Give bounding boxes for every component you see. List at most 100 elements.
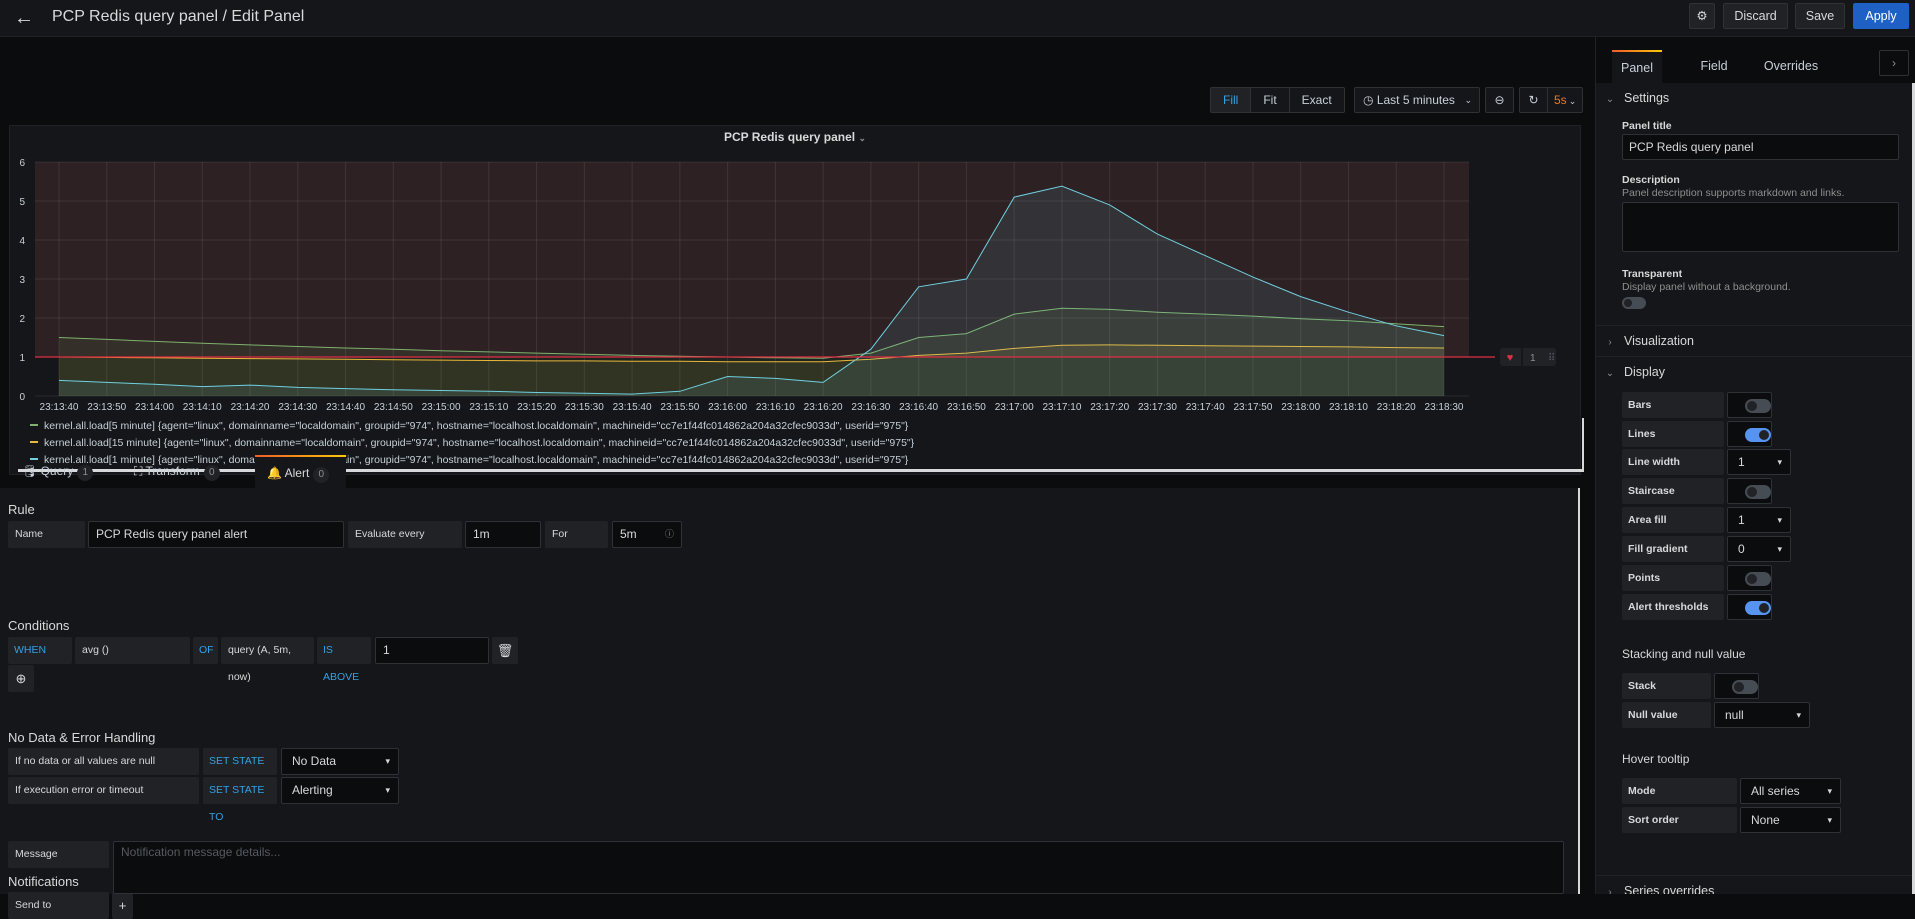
description-label: Description xyxy=(1622,174,1680,186)
staircase-toggle-box xyxy=(1727,478,1772,504)
series-overrides-section-header[interactable]: › Series overrides xyxy=(1596,875,1912,894)
x-tick-label: 23:16:20 xyxy=(804,402,843,413)
page-title: PCP Redis query panel / Edit Panel xyxy=(52,8,305,25)
description-textarea[interactable] xyxy=(1622,202,1899,252)
name-label: Name xyxy=(8,521,85,548)
bars-toggle[interactable] xyxy=(1745,399,1771,413)
legend-horizontal-scrollbar[interactable] xyxy=(18,469,1584,472)
legend-item[interactable]: kernel.all.load[15 minute] {agent="linux… xyxy=(18,435,1584,452)
time-range-label: Last 5 minutes xyxy=(1376,93,1455,107)
tab-count: 0 xyxy=(313,467,330,483)
chevron-right-icon: › xyxy=(1892,56,1896,70)
staircase-label: Staircase xyxy=(1622,478,1724,504)
alert-name-input[interactable]: PCP Redis query panel alert xyxy=(88,521,344,548)
tab-transform[interactable]: ⛶ Transform 0 xyxy=(122,455,242,488)
reducer-select[interactable]: avg () xyxy=(75,637,190,664)
tab-label: Alert xyxy=(284,466,310,480)
display-section-header[interactable]: ⌄ Display xyxy=(1596,356,1912,386)
graph-chart[interactable]: 0 1 2 3 4 5 6 23:13:40 23:13:50 23:14:00 23:14:10 2… xyxy=(10,126,1582,416)
error-state-select[interactable]: Alerting xyxy=(281,777,399,804)
top-bar: ← PCP Redis query panel / Edit Panel ⚙ D… xyxy=(0,0,1915,37)
alert-thresholds-toggle[interactable] xyxy=(1745,601,1771,615)
tab-field[interactable]: Field xyxy=(1689,50,1739,83)
settings-section-header[interactable]: ⌄ Settings xyxy=(1596,83,1912,113)
legend-item[interactable]: kernel.all.load[5 minute] {agent="linux"… xyxy=(18,418,1584,435)
zoom-out-icon: ⊖ xyxy=(1494,93,1505,107)
points-toggle[interactable] xyxy=(1745,572,1771,586)
bars-toggle-box xyxy=(1727,392,1772,418)
add-condition-button[interactable]: ⊕ xyxy=(8,665,34,692)
evaluate-every-input[interactable]: 1m xyxy=(465,521,541,548)
chevron-down-icon: ⌄ xyxy=(1605,368,1615,379)
query-select[interactable]: query (A, 5m, now) xyxy=(221,637,314,683)
tooltip-mode-select[interactable]: All series xyxy=(1740,778,1841,804)
for-input[interactable]: 5m ⓘ xyxy=(612,521,682,548)
stack-toggle[interactable] xyxy=(1732,680,1758,694)
x-tick-label: 23:17:20 xyxy=(1090,402,1129,413)
drag-handle-icon: ⠿ xyxy=(1548,353,1555,364)
notifications-heading: Notifications xyxy=(8,874,79,889)
nodata-label: If no data or all values are null xyxy=(8,748,199,775)
graph-panel: PCP Redis query panel ⌄ 0 1 2 3 4 5 6 23:13:40 2… xyxy=(9,125,1584,475)
legend: kernel.all.load[5 minute] {agent="linux"… xyxy=(18,418,1584,469)
settings-gear-button[interactable]: ⚙ xyxy=(1689,3,1715,29)
trash-icon: 🗑 xyxy=(496,643,514,658)
refresh-picker[interactable]: ↻ 5s ⌄ xyxy=(1519,87,1583,113)
x-tick-label: 23:15:10 xyxy=(469,402,508,413)
tab-query[interactable]: 🛢 Query 1 xyxy=(10,455,100,488)
x-tick-label: 23:16:40 xyxy=(899,402,938,413)
mode-fit-button[interactable]: Fit xyxy=(1251,88,1290,112)
legend-vertical-scrollbar[interactable] xyxy=(1582,418,1584,472)
gear-icon: ⚙ xyxy=(1696,9,1708,23)
database-icon: 🛢 xyxy=(22,464,38,478)
info-icon: ⓘ xyxy=(664,529,674,539)
zoom-out-button[interactable]: ⊖ xyxy=(1485,87,1514,113)
line-width-select[interactable]: 1 xyxy=(1727,449,1791,475)
threshold-input[interactable]: 1 xyxy=(375,637,489,664)
alert-thresholds-label: Alert thresholds xyxy=(1622,594,1724,620)
heart-icon: ♥ xyxy=(1507,352,1514,364)
refresh-icon[interactable]: ↻ xyxy=(1520,88,1548,112)
transparent-toggle[interactable] xyxy=(1622,297,1646,309)
area-fill-select[interactable]: 1 xyxy=(1727,507,1791,533)
fill-gradient-select[interactable]: 0 xyxy=(1727,536,1791,562)
tab-alert[interactable]: 🔔 Alert 0 xyxy=(255,455,346,488)
transparent-hint: Display panel without a background. xyxy=(1622,281,1791,293)
legend-label: kernel.all.load[15 minute] {agent="linux… xyxy=(44,437,915,449)
points-label: Points xyxy=(1622,565,1724,591)
tab-overrides[interactable]: Overrides xyxy=(1756,50,1826,83)
legend-item[interactable]: kernel.all.load[1 minute] {agent="linux"… xyxy=(18,452,1584,469)
for-value: 5m xyxy=(620,527,637,541)
refresh-interval[interactable]: 5s xyxy=(1548,93,1567,107)
staircase-toggle[interactable] xyxy=(1745,485,1771,499)
sort-order-select[interactable]: None xyxy=(1740,807,1841,833)
tab-panel[interactable]: Panel xyxy=(1612,50,1662,83)
add-notification-button[interactable]: + xyxy=(112,892,133,919)
message-textarea[interactable]: Notification message details... xyxy=(113,841,1564,894)
save-button[interactable]: Save xyxy=(1795,3,1845,29)
time-range-picker[interactable]: ◷ Last 5 minutes ⌄ xyxy=(1354,87,1480,113)
stack-label: Stack xyxy=(1622,673,1711,699)
back-arrow-icon[interactable]: ← xyxy=(12,6,36,30)
bars-label: Bars xyxy=(1622,392,1724,418)
chevron-right-icon: › xyxy=(1608,887,1612,894)
mode-fill-button[interactable]: Fill xyxy=(1211,88,1252,112)
x-tick-label: 23:16:30 xyxy=(851,402,890,413)
sort-order-label: Sort order xyxy=(1622,807,1737,833)
display-mode-group: Fill Fit Exact xyxy=(1210,87,1345,113)
alert-editor: Rule Name PCP Redis query panel alert Ev… xyxy=(0,488,1580,919)
nodata-state-select[interactable]: No Data xyxy=(281,748,399,775)
null-value-select[interactable]: null xyxy=(1714,702,1810,728)
collapse-pane-button[interactable]: › xyxy=(1879,50,1909,76)
x-tick-label: 23:18:10 xyxy=(1329,402,1368,413)
evaluator-select[interactable]: IS ABOVE xyxy=(317,637,371,683)
apply-button[interactable]: Apply xyxy=(1853,3,1909,29)
x-tick-label: 23:14:20 xyxy=(231,402,270,413)
options-body: ⌄ Settings Panel title PCP Redis query pa… xyxy=(1596,83,1912,894)
panel-title-input[interactable]: PCP Redis query panel xyxy=(1622,134,1899,160)
lines-toggle[interactable] xyxy=(1745,428,1771,442)
discard-button[interactable]: Discard xyxy=(1723,3,1788,29)
delete-condition-button[interactable]: 🗑 xyxy=(492,637,518,664)
visualization-section-header[interactable]: › Visualization xyxy=(1596,325,1912,355)
mode-exact-button[interactable]: Exact xyxy=(1290,88,1344,112)
